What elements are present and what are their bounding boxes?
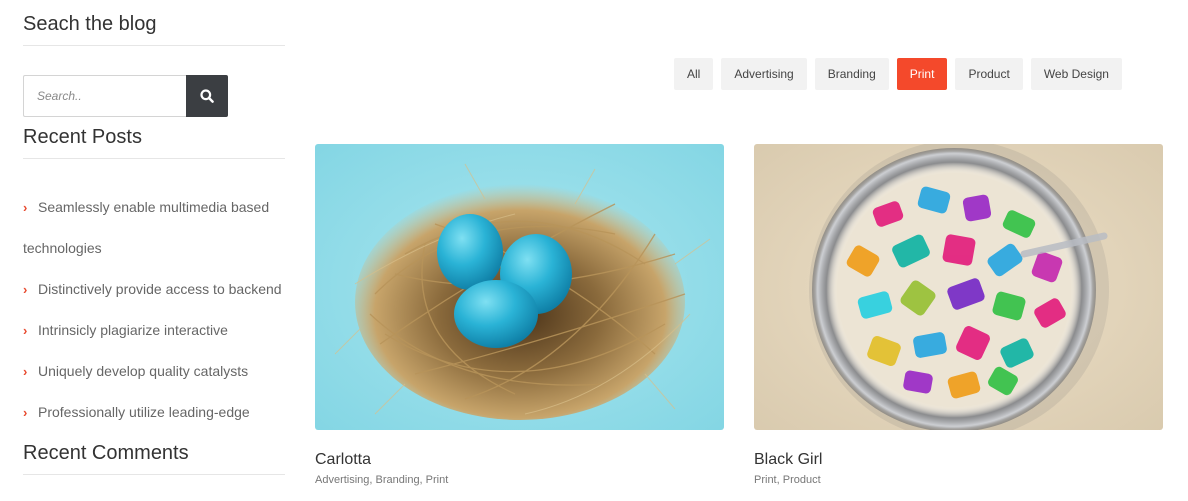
search-input[interactable] bbox=[23, 75, 186, 117]
portfolio-item: Black Girl Print, Product bbox=[754, 144, 1163, 487]
recent-post-link[interactable]: Uniquely develop quality catalysts bbox=[38, 363, 248, 379]
recent-post-link[interactable]: Professionally utilize leading-edge bbox=[38, 404, 250, 420]
portfolio-item: Carlotta Advertising, Branding, Print bbox=[315, 144, 724, 487]
chevron-right-icon: › bbox=[23, 282, 28, 297]
filter-web-design-button[interactable]: Web Design bbox=[1030, 58, 1122, 90]
filter-advertising-button[interactable]: Advertising bbox=[721, 58, 807, 90]
filter-print-button[interactable]: Print bbox=[896, 58, 948, 90]
filter-all-button[interactable]: All bbox=[674, 58, 714, 90]
recent-comments-title: Recent Comments bbox=[23, 441, 285, 475]
portfolio-filters: All Advertising Branding Print Product W… bbox=[674, 58, 1122, 90]
filter-branding-button[interactable]: Branding bbox=[814, 58, 889, 90]
portfolio-image-eggs-nest[interactable] bbox=[315, 144, 724, 430]
search-button[interactable] bbox=[186, 75, 228, 117]
recent-post-item[interactable]: › Distinctively provide access to backen… bbox=[23, 269, 285, 310]
filter-product-button[interactable]: Product bbox=[955, 58, 1023, 90]
search-widget-title: Seach the blog bbox=[23, 12, 285, 46]
chevron-right-icon: › bbox=[23, 405, 28, 420]
search-form bbox=[23, 75, 228, 117]
recent-post-item[interactable]: › Seamlessly enable multimedia based tec… bbox=[23, 187, 285, 269]
recent-post-item[interactable]: › Professionally utilize leading-edge bbox=[23, 392, 285, 433]
recent-post-link[interactable]: Seamlessly enable multimedia based bbox=[38, 199, 269, 215]
recent-post-item[interactable]: › Uniquely develop quality catalysts bbox=[23, 351, 285, 392]
chevron-right-icon: › bbox=[23, 323, 28, 338]
recent-posts-title: Recent Posts bbox=[23, 125, 285, 159]
portfolio-categories: Print, Product bbox=[754, 474, 821, 486]
portfolio-title[interactable]: Carlotta bbox=[315, 450, 724, 470]
recent-post-item[interactable]: › Intrinsicly plagiarize interactive bbox=[23, 310, 285, 351]
chevron-right-icon: › bbox=[23, 364, 28, 379]
recent-post-link[interactable]: Intrinsicly plagiarize interactive bbox=[38, 322, 228, 338]
portfolio-image-letters-jar[interactable] bbox=[754, 144, 1163, 430]
portfolio-categories: Advertising, Branding, Print bbox=[315, 474, 449, 486]
recent-posts-list: › Seamlessly enable multimedia based tec… bbox=[23, 187, 285, 433]
chevron-right-icon: › bbox=[23, 200, 28, 215]
recent-post-link[interactable]: Distinctively provide access to backend bbox=[38, 281, 282, 297]
portfolio-title[interactable]: Black Girl bbox=[754, 450, 1163, 470]
recent-post-link-continued[interactable]: technologies bbox=[23, 228, 285, 269]
search-icon bbox=[200, 89, 214, 103]
